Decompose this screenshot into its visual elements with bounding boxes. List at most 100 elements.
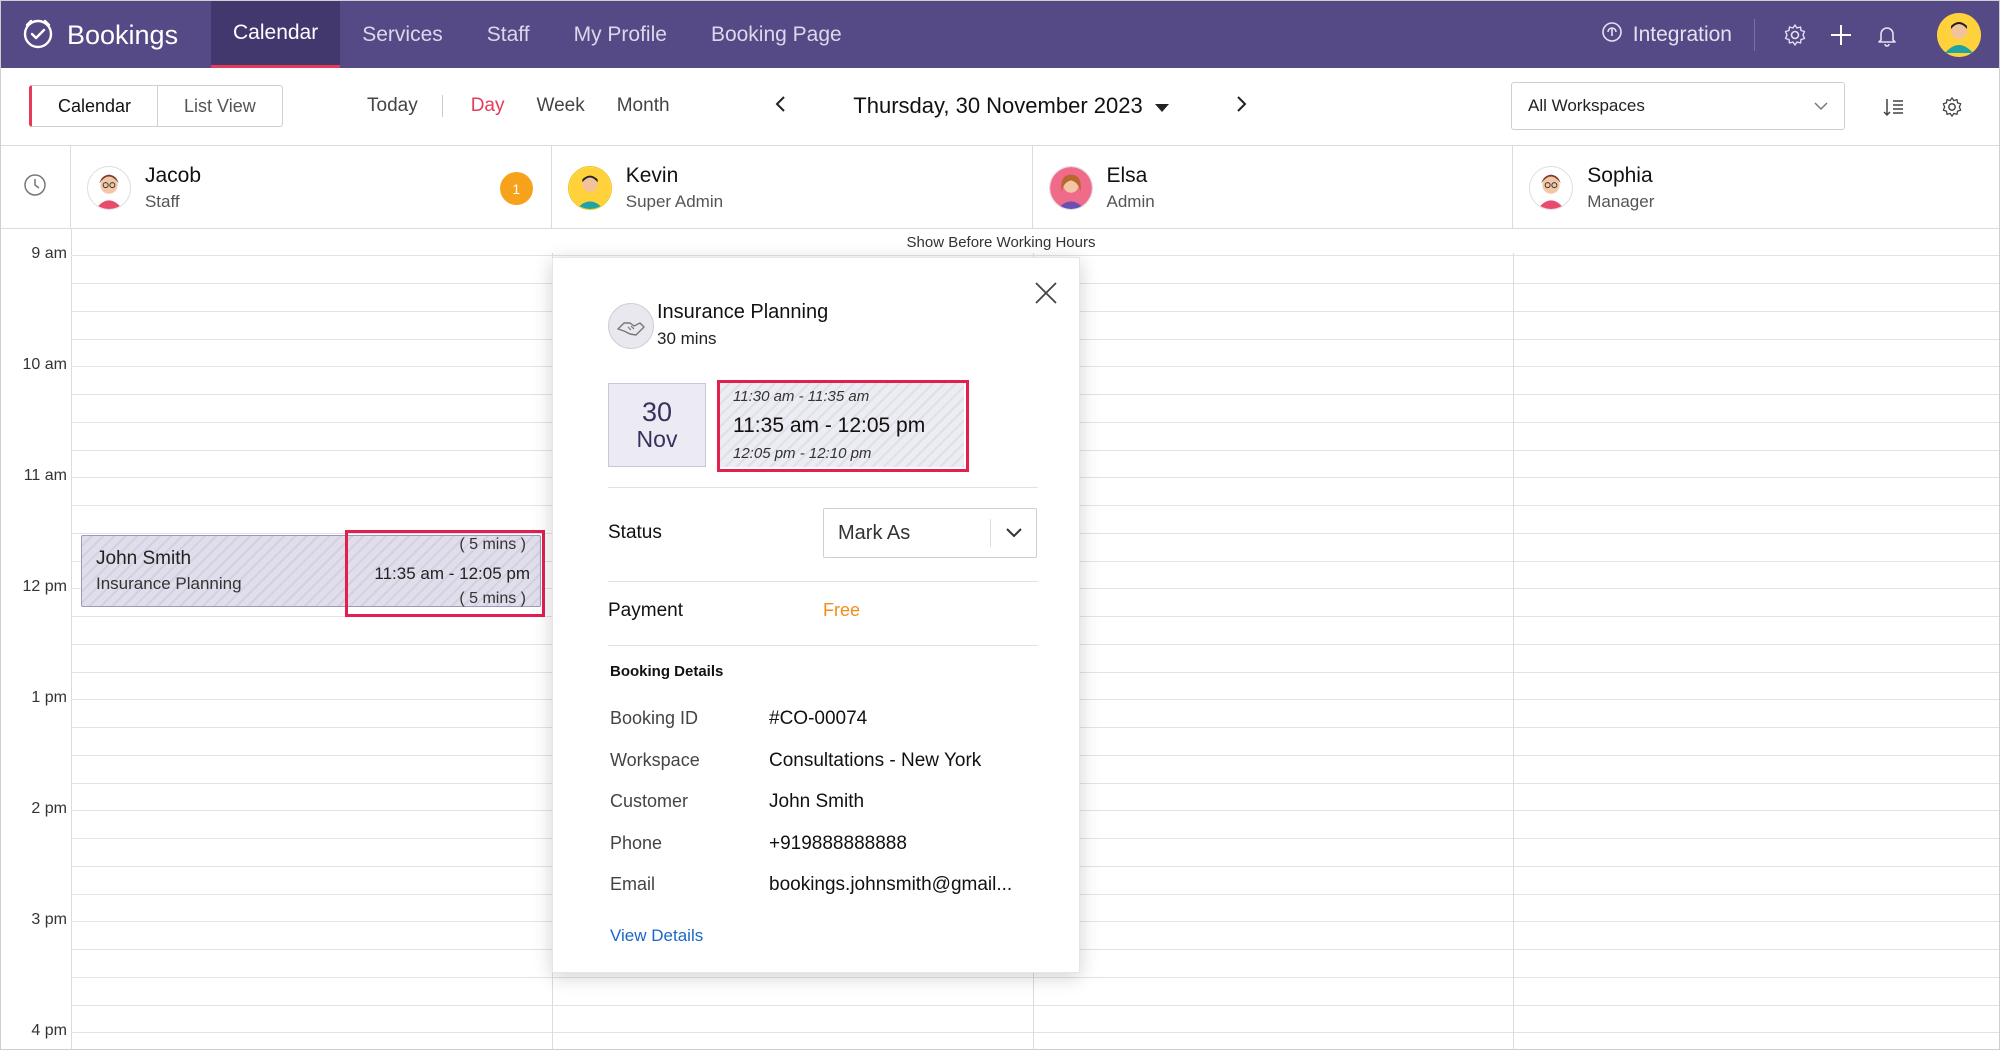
payment-value: Free xyxy=(823,600,861,620)
staff-name: Elsa xyxy=(1106,163,1148,187)
previous-day-chevron-icon[interactable] xyxy=(771,94,791,119)
staff-role: Staff xyxy=(144,191,180,211)
time-label: 10 am xyxy=(22,356,67,373)
integration-button[interactable]: Integration xyxy=(1579,18,1755,51)
phone-value: +919888888888 xyxy=(769,833,907,854)
date-navigator: Thursday, 30 November 2023 xyxy=(771,84,1251,128)
week-view-button[interactable]: Week xyxy=(521,95,601,117)
detail-key: Customer xyxy=(610,791,689,811)
staff-role: Super Admin xyxy=(625,191,724,211)
calendar-settings-gear-icon[interactable] xyxy=(1937,92,1967,122)
staff-avatar-kevin xyxy=(567,165,612,210)
quarter-line xyxy=(71,977,1999,978)
staff-avatar-jacob xyxy=(86,165,131,210)
staff-name: Jacob xyxy=(144,163,202,187)
settings-gear-icon[interactable] xyxy=(1773,13,1817,57)
nav-my-profile[interactable]: My Profile xyxy=(552,1,689,68)
time-label: 3 pm xyxy=(31,911,67,928)
time-column-header xyxy=(1,146,71,229)
divider xyxy=(608,487,1038,488)
staff-role: Manager xyxy=(1587,191,1655,211)
booking-date-day: 30 xyxy=(641,396,673,427)
hour-line xyxy=(71,255,1999,256)
main-nav: Calendar Services Staff My Profile Booki… xyxy=(211,1,864,68)
nav-services[interactable]: Services xyxy=(340,1,465,68)
top-navigation-bar: Bookings Calendar Services Staff My Prof… xyxy=(1,1,1999,68)
staff-name: Kevin xyxy=(625,163,679,187)
chevron-down-icon xyxy=(990,519,1036,547)
next-day-chevron-icon[interactable] xyxy=(1231,94,1251,119)
nav-calendar[interactable]: Calendar xyxy=(211,1,341,68)
time-label: 12 pm xyxy=(22,578,67,595)
staff-column-kevin[interactable]: Kevin Super Admin xyxy=(552,146,1033,229)
period-selector: Today Day Week Month xyxy=(351,88,686,124)
booking-date-box: 30 Nov xyxy=(608,383,706,467)
staff-avatar-sophia xyxy=(1529,165,1574,210)
calendar-toolbar: Calendar List View Today Day Week Month … xyxy=(1,68,1999,146)
booking-block[interactable]: John Smith Insurance Planning ( 5 mins )… xyxy=(81,535,541,607)
caret-down-icon xyxy=(1154,93,1169,119)
service-title: Insurance Planning xyxy=(657,301,829,323)
integration-icon xyxy=(1601,21,1623,49)
hour-line xyxy=(71,1032,1999,1033)
divider xyxy=(608,645,1038,646)
integration-label: Integration xyxy=(1632,22,1732,46)
booking-date-month: Nov xyxy=(636,426,678,453)
time-label: 4 pm xyxy=(31,1022,67,1039)
bookings-app: Bookings Calendar Services Staff My Prof… xyxy=(0,0,2000,1050)
detail-key: Email xyxy=(610,874,656,894)
detail-key: Workspace xyxy=(610,750,700,770)
service-duration: 30 mins xyxy=(657,329,717,348)
current-date: Thursday, 30 November 2023 xyxy=(853,93,1143,118)
list-view-button[interactable]: List View xyxy=(157,86,282,126)
nav-booking-page[interactable]: Booking Page xyxy=(689,1,864,68)
staff-role: Admin xyxy=(1106,191,1155,211)
time-label: 2 pm xyxy=(31,800,67,817)
booking-time-slot: 11:30 am - 11:35 am 11:35 am - 12:05 pm … xyxy=(720,383,964,467)
close-icon[interactable] xyxy=(1033,280,1059,306)
detail-key: Booking ID xyxy=(610,708,699,728)
workspace-value: All Workspaces xyxy=(1528,96,1645,115)
status-mark-as-dropdown[interactable]: Mark As xyxy=(823,508,1037,558)
day-view-button[interactable]: Day xyxy=(443,95,521,117)
time-label: 11 am xyxy=(23,467,67,484)
month-view-button[interactable]: Month xyxy=(601,95,686,117)
booking-service-name: Insurance Planning xyxy=(96,574,242,593)
add-plus-icon[interactable] xyxy=(1819,13,1863,57)
booking-buffer-after: ( 5 mins ) xyxy=(459,590,526,607)
time-column-divider xyxy=(71,229,72,1049)
divider xyxy=(608,581,1038,582)
staff-column-sophia[interactable]: Sophia Manager xyxy=(1513,146,1999,229)
sort-list-icon[interactable] xyxy=(1879,92,1909,122)
column-divider xyxy=(1513,253,1514,1049)
booking-customer-name: John Smith xyxy=(96,548,192,569)
bookings-logo-icon xyxy=(21,16,55,55)
email-value: bookings.johnsmith@gmail... xyxy=(769,874,1013,895)
view-details-link[interactable]: View Details xyxy=(610,926,703,946)
clock-icon xyxy=(22,172,48,203)
slot-buffer-after: 12:05 pm - 12:10 pm xyxy=(733,445,872,462)
status-label: Status xyxy=(608,522,662,543)
workspace-value: Consultations - New York xyxy=(769,750,982,771)
booking-count-badge: 1 xyxy=(499,172,533,205)
booking-details-popup: Insurance Planning 30 mins 30 Nov 11:30 … xyxy=(552,257,1080,973)
calendar-view-button[interactable]: Calendar xyxy=(32,86,157,126)
time-label: 9 am xyxy=(31,245,67,262)
brand[interactable]: Bookings xyxy=(21,15,178,55)
quarter-line xyxy=(71,1005,1999,1006)
user-avatar[interactable] xyxy=(1937,12,1981,57)
staff-column-elsa[interactable]: Elsa Admin xyxy=(1033,146,1514,229)
staff-header-row: Jacob Staff 1 Kevin Super Admin Elsa Adm… xyxy=(1,146,1999,229)
staff-avatar-elsa xyxy=(1048,165,1093,210)
top-right-actions: Integration xyxy=(1579,1,1999,68)
current-date-dropdown[interactable]: Thursday, 30 November 2023 xyxy=(853,93,1169,119)
app-name: Bookings xyxy=(67,19,179,50)
notification-bell-icon[interactable] xyxy=(1865,13,1909,57)
view-mode-toggle: Calendar List View xyxy=(29,85,283,127)
nav-staff[interactable]: Staff xyxy=(465,1,552,68)
staff-column-jacob[interactable]: Jacob Staff 1 xyxy=(71,146,552,229)
show-before-working-hours-link[interactable]: Show Before Working Hours xyxy=(1,229,1999,255)
payment-label: Payment xyxy=(608,600,683,621)
workspace-select[interactable]: All Workspaces xyxy=(1511,82,1845,130)
today-button[interactable]: Today xyxy=(351,95,443,117)
